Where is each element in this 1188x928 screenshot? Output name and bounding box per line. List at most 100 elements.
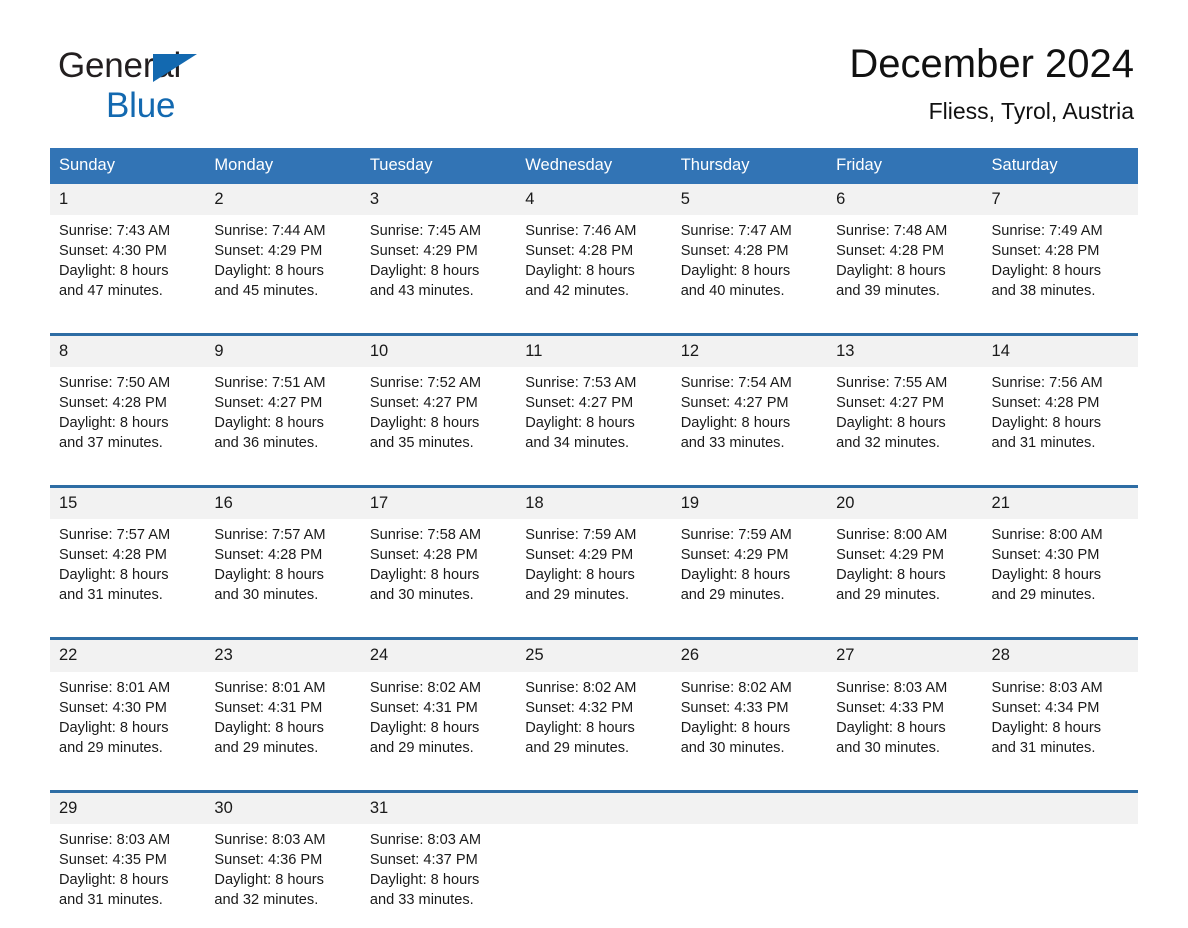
daylight-text-line1: Daylight: 8 hours bbox=[991, 415, 1102, 432]
day-cell[interactable]: Sunrise: 8:02 AM Sunset: 4:33 PM Dayligh… bbox=[671, 671, 828, 776]
day-number[interactable]: 31 bbox=[360, 789, 517, 824]
sunrise-text: Sunrise: 7:54 AM bbox=[680, 375, 792, 392]
daylight-text-line1: Daylight: 8 hours bbox=[525, 567, 635, 584]
sunset-text: Sunset: 4:35 PM bbox=[59, 851, 167, 868]
day-number[interactable]: 9 bbox=[205, 333, 361, 368]
day-number[interactable]: 6 bbox=[827, 184, 983, 216]
day-cell[interactable]: Sunrise: 7:55 AM Sunset: 4:27 PM Dayligh… bbox=[827, 367, 983, 472]
daylight-text-line1: Daylight: 8 hours bbox=[59, 263, 169, 280]
sunrise-text: Sunrise: 8:01 AM bbox=[214, 679, 326, 696]
day-cell[interactable]: Sunrise: 7:58 AM Sunset: 4:28 PM Dayligh… bbox=[360, 519, 517, 624]
daylight-text-line2: and 30 minutes. bbox=[836, 739, 940, 756]
day-number[interactable]: 26 bbox=[671, 637, 828, 672]
day-number[interactable]: 10 bbox=[360, 333, 517, 368]
daylight-text-line2: and 31 minutes. bbox=[991, 435, 1096, 452]
daylight-text-line2: and 43 minutes. bbox=[369, 283, 474, 300]
day-cell[interactable]: Sunrise: 8:00 AM Sunset: 4:29 PM Dayligh… bbox=[827, 519, 983, 624]
day-number[interactable]: 28 bbox=[982, 637, 1138, 672]
day-detail-row: Sunrise: 7:57 AM Sunset: 4:28 PM Dayligh… bbox=[50, 519, 1138, 624]
day-cell[interactable]: Sunrise: 7:56 AM Sunset: 4:28 PM Dayligh… bbox=[982, 367, 1138, 472]
day-number[interactable]: 13 bbox=[827, 333, 983, 368]
day-cell[interactable]: Sunrise: 8:03 AM Sunset: 4:36 PM Dayligh… bbox=[205, 823, 361, 928]
day-cell[interactable]: Sunrise: 7:46 AM Sunset: 4:28 PM Dayligh… bbox=[516, 215, 672, 320]
day-cell[interactable]: Sunrise: 8:01 AM Sunset: 4:30 PM Dayligh… bbox=[50, 671, 206, 776]
daylight-text-line1: Daylight: 8 hours bbox=[369, 719, 480, 736]
day-number[interactable]: 11 bbox=[516, 333, 672, 368]
sunrise-text: Sunrise: 7:57 AM bbox=[59, 527, 171, 544]
day-number[interactable]: 3 bbox=[360, 184, 517, 216]
sunrise-text: Sunrise: 7:55 AM bbox=[836, 375, 948, 392]
daylight-text-line1: Daylight: 8 hours bbox=[369, 871, 480, 888]
day-number[interactable]: 7 bbox=[982, 184, 1138, 216]
daylight-text-line1: Daylight: 8 hours bbox=[369, 415, 480, 432]
day-number[interactable]: 21 bbox=[982, 485, 1138, 520]
day-cell[interactable]: Sunrise: 8:00 AM Sunset: 4:30 PM Dayligh… bbox=[982, 519, 1138, 624]
day-number-row: 1 2 3 4 5 6 7 bbox=[50, 184, 1138, 216]
sunset-text: Sunset: 4:27 PM bbox=[214, 395, 323, 412]
day-number[interactable]: 15 bbox=[50, 485, 206, 520]
day-number[interactable]: 8 bbox=[50, 333, 206, 368]
day-cell[interactable]: Sunrise: 7:48 AM Sunset: 4:28 PM Dayligh… bbox=[827, 215, 983, 320]
daylight-text-line2: and 39 minutes. bbox=[836, 283, 940, 300]
day-number[interactable]: 22 bbox=[50, 637, 206, 672]
day-cell[interactable]: Sunrise: 7:59 AM Sunset: 4:29 PM Dayligh… bbox=[671, 519, 828, 624]
day-cell[interactable]: Sunrise: 8:03 AM Sunset: 4:37 PM Dayligh… bbox=[360, 823, 517, 928]
day-cell[interactable]: Sunrise: 8:02 AM Sunset: 4:31 PM Dayligh… bbox=[360, 671, 517, 776]
day-number[interactable]: 20 bbox=[827, 485, 983, 520]
day-cell[interactable]: Sunrise: 8:03 AM Sunset: 4:35 PM Dayligh… bbox=[50, 823, 206, 928]
sunrise-text: Sunrise: 7:48 AM bbox=[836, 223, 948, 240]
day-number[interactable]: 29 bbox=[50, 789, 206, 824]
day-number[interactable]: 25 bbox=[516, 637, 672, 672]
day-number[interactable]: 2 bbox=[205, 184, 361, 216]
daylight-text-line2: and 31 minutes. bbox=[59, 587, 163, 604]
sunset-text: Sunset: 4:30 PM bbox=[991, 547, 1100, 564]
day-number[interactable]: 1 bbox=[50, 184, 206, 216]
day-number[interactable]: 30 bbox=[205, 789, 361, 824]
day-number[interactable]: 27 bbox=[827, 637, 983, 672]
day-cell[interactable]: Sunrise: 8:03 AM Sunset: 4:33 PM Dayligh… bbox=[827, 671, 983, 776]
day-number-row: 29 30 31 bbox=[50, 789, 1138, 824]
day-cell[interactable]: Sunrise: 7:53 AM Sunset: 4:27 PM Dayligh… bbox=[516, 367, 672, 472]
day-cell[interactable]: Sunrise: 8:02 AM Sunset: 4:32 PM Dayligh… bbox=[516, 671, 672, 776]
day-cell[interactable]: Sunrise: 7:57 AM Sunset: 4:28 PM Dayligh… bbox=[205, 519, 361, 624]
day-number[interactable]: 18 bbox=[516, 485, 672, 520]
location-subtitle: Fliess, Tyrol, Austria bbox=[928, 98, 1134, 124]
sunset-text: Sunset: 4:37 PM bbox=[369, 851, 478, 868]
daylight-text-line2: and 29 minutes. bbox=[525, 739, 630, 756]
day-cell[interactable]: Sunrise: 8:01 AM Sunset: 4:31 PM Dayligh… bbox=[205, 671, 361, 776]
day-cell[interactable]: Sunrise: 7:57 AM Sunset: 4:28 PM Dayligh… bbox=[50, 519, 206, 624]
day-cell[interactable]: Sunrise: 7:49 AM Sunset: 4:28 PM Dayligh… bbox=[982, 215, 1138, 320]
sunrise-text: Sunrise: 7:56 AM bbox=[991, 375, 1103, 392]
week-spacer bbox=[50, 319, 1138, 335]
day-cell[interactable]: Sunrise: 7:50 AM Sunset: 4:28 PM Dayligh… bbox=[50, 367, 206, 472]
day-cell[interactable]: Sunrise: 7:54 AM Sunset: 4:27 PM Dayligh… bbox=[671, 367, 828, 472]
daylight-text-line1: Daylight: 8 hours bbox=[214, 263, 324, 280]
day-cell[interactable]: Sunrise: 7:52 AM Sunset: 4:27 PM Dayligh… bbox=[360, 367, 517, 472]
daylight-text-line1: Daylight: 8 hours bbox=[836, 567, 946, 584]
day-number[interactable]: 12 bbox=[671, 333, 828, 368]
day-number[interactable]: 16 bbox=[205, 485, 361, 520]
sunset-text: Sunset: 4:27 PM bbox=[680, 395, 789, 412]
day-cell[interactable]: Sunrise: 7:51 AM Sunset: 4:27 PM Dayligh… bbox=[205, 367, 361, 472]
day-cell[interactable]: Sunrise: 7:47 AM Sunset: 4:28 PM Dayligh… bbox=[671, 215, 828, 320]
day-number[interactable]: 19 bbox=[671, 485, 828, 520]
day-number-row: 8 9 10 11 12 13 14 bbox=[50, 333, 1138, 368]
sunrise-text: Sunrise: 7:46 AM bbox=[525, 223, 637, 240]
day-number[interactable]: 17 bbox=[360, 485, 517, 520]
day-cell[interactable]: Sunrise: 8:03 AM Sunset: 4:34 PM Dayligh… bbox=[982, 671, 1138, 776]
day-number[interactable]: 23 bbox=[205, 637, 361, 672]
day-cell[interactable]: Sunrise: 7:43 AM Sunset: 4:30 PM Dayligh… bbox=[50, 215, 206, 320]
sunrise-text: Sunrise: 8:03 AM bbox=[836, 679, 948, 696]
sunset-text: Sunset: 4:34 PM bbox=[991, 699, 1100, 716]
day-number[interactable]: 5 bbox=[671, 184, 828, 216]
generalblue-logo[interactable]: General Blue bbox=[58, 48, 197, 123]
day-cell[interactable]: Sunrise: 7:45 AM Sunset: 4:29 PM Dayligh… bbox=[360, 215, 517, 320]
day-cell[interactable]: Sunrise: 7:44 AM Sunset: 4:29 PM Dayligh… bbox=[205, 215, 361, 320]
day-number[interactable]: 24 bbox=[360, 637, 517, 672]
sunrise-text: Sunrise: 8:02 AM bbox=[525, 679, 637, 696]
day-cell[interactable]: Sunrise: 7:59 AM Sunset: 4:29 PM Dayligh… bbox=[516, 519, 672, 624]
day-detail-row: Sunrise: 8:03 AM Sunset: 4:35 PM Dayligh… bbox=[50, 823, 1138, 928]
daylight-text-line2: and 29 minutes. bbox=[991, 587, 1096, 604]
day-number[interactable]: 14 bbox=[982, 333, 1138, 368]
day-number[interactable]: 4 bbox=[516, 184, 672, 216]
